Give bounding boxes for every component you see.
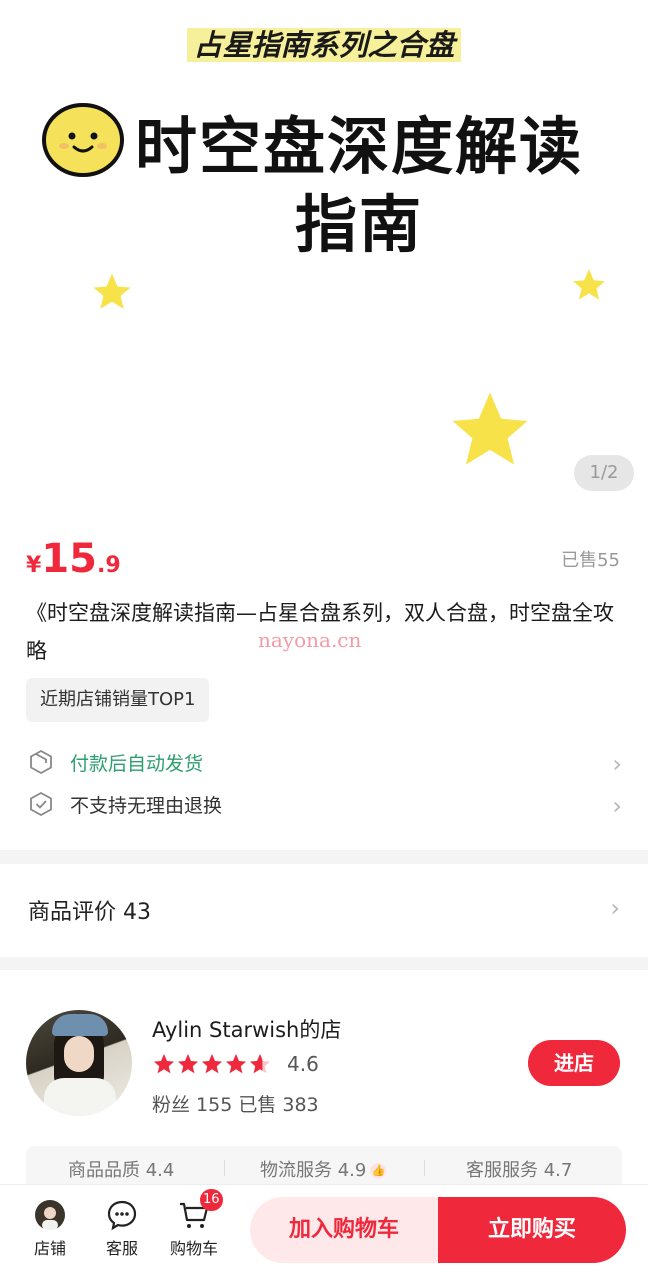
nav-shop[interactable]: 店铺 <box>20 1199 80 1259</box>
reviews-row[interactable]: 商品评价 43 › <box>0 864 648 957</box>
sales-rank-tag[interactable]: 近期店铺销量TOP1 <box>26 678 210 722</box>
add-to-cart-button[interactable]: 加入购物车 <box>250 1197 438 1263</box>
chevron-right-icon: › <box>612 750 622 778</box>
smiley-icon <box>42 103 124 177</box>
star-icon <box>452 392 528 465</box>
rating-star-icon <box>202 1054 222 1074</box>
shop-stats: 粉丝 155 已售 383 <box>152 1094 319 1116</box>
buy-now-button[interactable]: 立即购买 <box>438 1197 626 1263</box>
shop-rating-stars <box>152 1052 272 1076</box>
chevron-right-icon: › <box>612 792 622 820</box>
product-image-carousel[interactable]: 占星指南系列之合盘 时空盘深度解读 指南 1/2 <box>0 0 648 510</box>
shop-avatar-icon <box>34 1199 66 1231</box>
shop-card: Aylin Starwish的店 4.6 粉丝 155 已售 383 进店 商品… <box>0 970 648 1186</box>
rating-star-icon <box>178 1054 198 1074</box>
thumbs-up-icon: 👍 <box>370 1163 387 1179</box>
service-auto-delivery[interactable]: 付款后自动发货 › <box>26 746 622 778</box>
series-title: 占星指南系列之合盘 <box>0 22 648 64</box>
nav-customer-service[interactable]: 客服 <box>92 1199 152 1259</box>
sold-count: 已售55 <box>561 550 620 571</box>
score-service: 客服服务 4.7 <box>466 1160 573 1181</box>
rating-star-icon <box>226 1054 246 1074</box>
chat-icon <box>106 1199 138 1231</box>
watermark: nayona.cn <box>258 628 362 652</box>
product-info: ¥15.9 已售55 《时空盘深度解读指南—占星合盘系列，双人合盘，时空盘全攻略… <box>0 510 648 850</box>
service-no-return[interactable]: 不支持无理由退换 › <box>26 788 622 820</box>
shield-check-icon <box>30 791 52 817</box>
rating-star-icon <box>154 1054 174 1074</box>
price: ¥15.9 <box>26 536 121 582</box>
shop-rating: 4.6 <box>287 1052 319 1076</box>
cart-badge: 16 <box>200 1189 223 1211</box>
nav-cart[interactable]: 16 购物车 <box>164 1189 224 1259</box>
chevron-right-icon: › <box>610 894 620 922</box>
package-icon <box>30 749 52 775</box>
score-logistics: 物流服务 4.9 👍 <box>260 1160 387 1181</box>
enter-shop-button[interactable]: 进店 <box>528 1040 620 1086</box>
reviews-label: 商品评价 43 <box>28 900 151 925</box>
star-icon <box>93 273 131 309</box>
banner-headline: 时空盘深度解读 指南 <box>135 110 584 261</box>
star-icon <box>573 269 605 300</box>
rating-star-icon <box>250 1054 270 1074</box>
bottom-action-bar: 店铺 客服 16 购物车 加入购物车 立即购买 <box>0 1184 648 1281</box>
shop-name[interactable]: Aylin Starwish的店 <box>152 1014 341 1044</box>
shop-avatar[interactable] <box>26 1010 132 1116</box>
image-counter: 1/2 <box>574 455 634 491</box>
score-quality: 商品品质 4.4 <box>68 1160 175 1181</box>
cart-icon: 16 <box>178 1189 223 1231</box>
shop-scores: 商品品质 4.4 物流服务 4.9 👍 客服服务 4.7 <box>26 1146 622 1186</box>
